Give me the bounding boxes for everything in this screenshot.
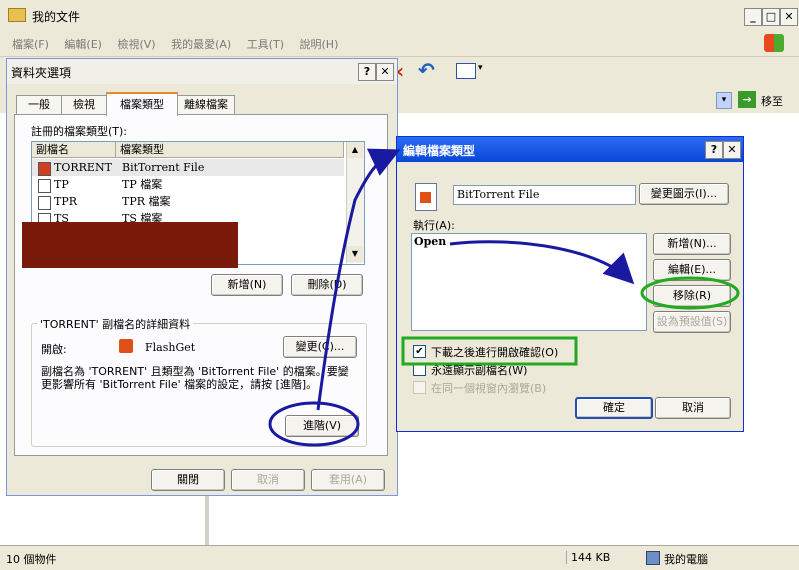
file-type-icon — [415, 183, 437, 211]
torrent-file-icon — [38, 162, 51, 176]
undo-icon[interactable]: ↶ — [418, 58, 435, 82]
tab-file-types[interactable]: 檔案類型 — [106, 92, 178, 116]
edit-action-button[interactable]: 編輯(E)... — [653, 259, 731, 281]
list-item[interactable]: TORRENT BitTorrent File — [32, 159, 344, 176]
new-action-button[interactable]: 新增(N)... — [653, 233, 731, 255]
details-group-label: 'TORRENT' 副檔名的詳細資料 — [37, 316, 194, 332]
scroll-up-icon[interactable]: ▲ — [347, 142, 363, 158]
confirm-open-checkbox[interactable]: ✔ — [413, 345, 426, 358]
type-name-field[interactable]: BitTorrent File — [453, 185, 636, 205]
status-objects: 10 個物件 — [6, 553, 57, 566]
folder-options-title-bar: 資料夾選項 ? ✕ — [7, 59, 397, 84]
menu-tools[interactable]: 工具(T) — [247, 38, 284, 51]
explorer-title: 我的文件 — [32, 10, 81, 24]
action-item-open[interactable]: Open — [414, 235, 446, 248]
advanced-button[interactable]: 進階(V) — [285, 415, 359, 437]
help-button[interactable]: ? — [705, 141, 723, 159]
tab-general[interactable]: 一般 — [16, 95, 62, 114]
menu-view[interactable]: 檢視(V) — [117, 38, 155, 51]
confirm-open-label[interactable]: 下載之後進行開啟確認(O) — [431, 344, 558, 360]
chevron-down-icon[interactable]: ▾ — [478, 63, 483, 73]
status-bar: 10 個物件 144 KB 我的電腦 — [0, 545, 799, 570]
help-button[interactable]: ? — [358, 63, 376, 81]
new-button[interactable]: 新增(N) — [211, 274, 283, 296]
views-icon[interactable] — [456, 63, 476, 79]
close-button[interactable]: ✕ — [376, 63, 394, 81]
tab-view[interactable]: 檢視 — [61, 95, 107, 114]
ok-button[interactable]: 確定 — [575, 397, 653, 419]
actions-label: 執行(A): — [413, 219, 455, 232]
redaction-block — [22, 222, 238, 268]
browse-same-window-checkbox[interactable] — [413, 381, 426, 394]
cancel-button[interactable]: 取消 — [655, 397, 731, 419]
maximize-button[interactable]: □ — [762, 8, 780, 26]
menu-favorites[interactable]: 我的最愛(A) — [171, 38, 231, 51]
edit-file-type-title: 編輯檔案類型 — [403, 144, 476, 158]
remove-action-button[interactable]: 移除(R) — [653, 285, 731, 307]
close-button[interactable]: ✕ — [723, 141, 741, 159]
windows-logo-icon — [764, 34, 784, 52]
cancel-button[interactable]: 取消 — [231, 469, 305, 491]
description-text: 副檔名為 'TORRENT' 且類型為 'BitTorrent File' 的檔… — [41, 365, 349, 391]
explorer-title-bar: 我的文件 _ □ ✕ — [0, 0, 799, 31]
file-icon — [38, 179, 51, 193]
menu-help[interactable]: 說明(H) — [300, 38, 339, 51]
status-location: 我的電腦 — [664, 553, 708, 566]
list-item[interactable]: TP TP 檔案 — [32, 176, 344, 193]
close-button[interactable]: ✕ — [780, 8, 798, 26]
file-icon — [38, 196, 51, 210]
delete-button[interactable]: 刪除(D) — [291, 274, 363, 296]
registered-types-label: 註冊的檔案類型(T): — [31, 125, 128, 138]
scroll-down-icon[interactable]: ▼ — [347, 246, 363, 262]
tab-page: 註冊的檔案類型(T): 副檔名 檔案類型 TORRENT BitTorrent … — [14, 114, 388, 456]
opens-with-app: FlashGet — [145, 341, 196, 354]
browse-same-window-label[interactable]: 在同一個視窗內瀏覽(B) — [431, 380, 546, 396]
change-button[interactable]: 變更(C)... — [283, 336, 357, 358]
menu-edit[interactable]: 編輯(E) — [64, 38, 102, 51]
edit-file-type-title-bar: 編輯檔案類型 ? ✕ — [397, 137, 743, 162]
status-size: 144 KB — [566, 551, 610, 564]
folder-options-title: 資料夾選項 — [11, 66, 72, 80]
folder-icon — [8, 8, 26, 22]
column-header-file-type[interactable]: 檔案類型 — [116, 142, 344, 158]
go-button[interactable]: 移至 — [761, 93, 783, 109]
minimize-button[interactable]: _ — [744, 8, 762, 26]
column-header-extension[interactable]: 副檔名 — [32, 142, 116, 158]
computer-icon — [646, 551, 660, 565]
list-item[interactable]: TPR TPR 檔案 — [32, 193, 344, 210]
address-dropdown-icon[interactable]: ▾ — [716, 92, 732, 109]
tab-offline-files[interactable]: 離線檔案 — [177, 95, 235, 114]
scrollbar[interactable]: ▲ ▼ — [346, 142, 364, 263]
actions-list[interactable]: Open — [411, 233, 647, 331]
edit-file-type-dialog: 編輯檔案類型 ? ✕ BitTorrent File 變更圖示(I)... 執行… — [396, 136, 744, 432]
close-dialog-button[interactable]: 關閉 — [151, 469, 225, 491]
set-default-button[interactable]: 設為預設值(S) — [653, 311, 731, 333]
menu-file[interactable]: 檔案(F) — [12, 38, 49, 51]
opens-with-label: 開啟: — [41, 343, 67, 356]
folder-options-dialog: 資料夾選項 ? ✕ 一般 檢視 檔案類型 離線檔案 註冊的檔案類型(T): 副檔… — [6, 58, 398, 496]
go-arrow-icon[interactable]: → — [738, 91, 756, 108]
change-icon-button[interactable]: 變更圖示(I)... — [639, 183, 729, 205]
always-show-extension-checkbox[interactable] — [413, 363, 426, 376]
flashget-icon — [119, 339, 133, 353]
always-show-extension-label[interactable]: 永遠顯示副檔名(W) — [431, 362, 527, 378]
explorer-menu-bar: 檔案(F) 編輯(E) 檢視(V) 我的最愛(A) 工具(T) 說明(H) — [0, 31, 799, 57]
apply-button[interactable]: 套用(A) — [311, 469, 385, 491]
